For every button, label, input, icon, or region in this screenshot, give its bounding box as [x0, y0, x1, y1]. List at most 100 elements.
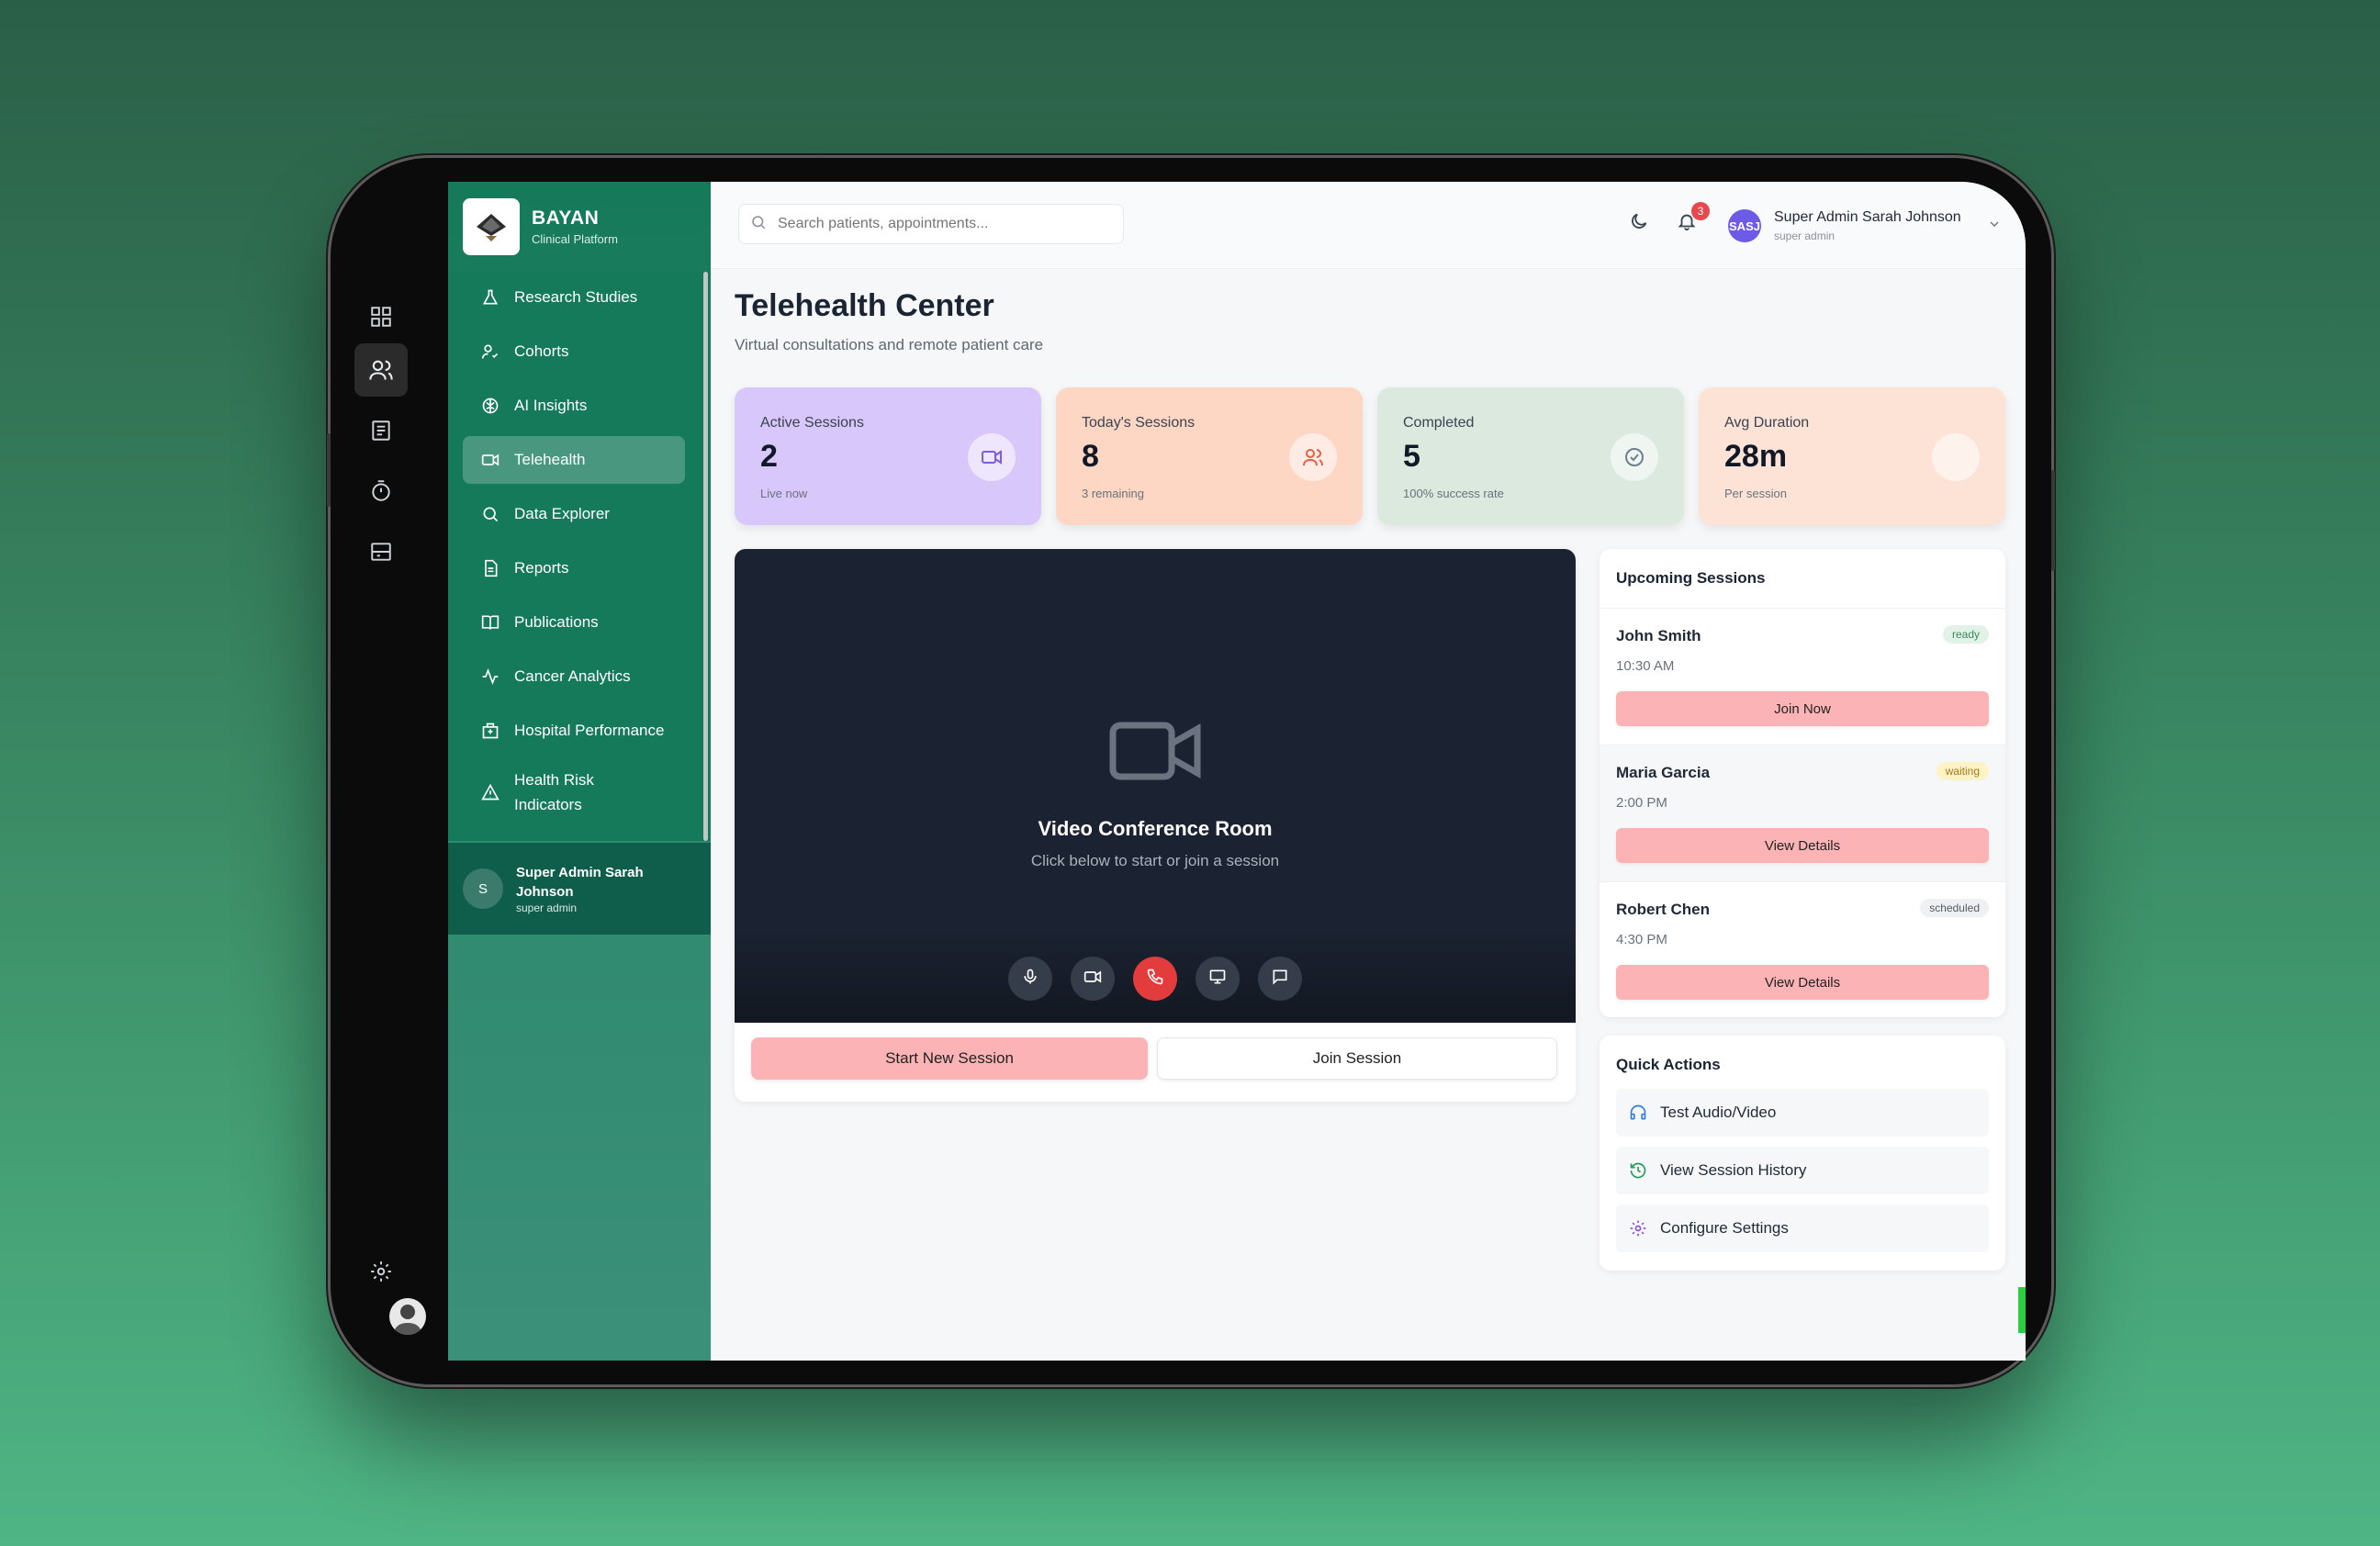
grid-icon[interactable] — [354, 290, 408, 343]
sidebar-item-label: Research Studies — [514, 288, 638, 306]
header-user-role: super admin — [1774, 230, 1836, 242]
file-icon — [479, 557, 501, 579]
notification-badge: 3 — [1691, 202, 1710, 220]
sidebar-scrollbar[interactable] — [703, 272, 708, 841]
view-session-history-button[interactable]: View Session History — [1616, 1147, 1989, 1194]
sidebar-item-label: Reports — [514, 559, 569, 577]
brand-name: BAYAN — [532, 207, 600, 229]
camera-button[interactable] — [1071, 957, 1115, 1001]
sidebar-item-cohorts[interactable]: Cohorts — [463, 328, 685, 375]
session-time: 2:00 PM — [1616, 795, 1667, 811]
timer-icon[interactable] — [354, 465, 408, 518]
search-icon — [750, 214, 767, 235]
sidebar-item-label: Telehealth — [514, 451, 586, 468]
flask-icon — [479, 286, 501, 308]
session-time: 10:30 AM — [1616, 658, 1675, 674]
stat-value: 5 — [1403, 439, 1420, 474]
stat-label: Active Sessions — [760, 415, 864, 431]
logo — [463, 198, 520, 255]
document-icon[interactable] — [354, 404, 408, 457]
history-icon — [1629, 1161, 1647, 1180]
inbox-icon[interactable] — [354, 525, 408, 578]
sidebar-item-cancer-analytics[interactable]: Cancer Analytics — [463, 653, 685, 700]
screen-share-button[interactable] — [1196, 957, 1240, 1001]
main-content: Telehealth Center Virtual consultations … — [711, 268, 2026, 1361]
sidebar-item-label: AI Insights — [514, 397, 588, 414]
monitor-icon — [1208, 968, 1227, 991]
header-user-name[interactable]: Super Admin Sarah Johnson — [1774, 209, 1961, 226]
join-now-button[interactable]: Join Now — [1616, 691, 1989, 726]
sidebar: BAYAN Clinical Platform Research Studies… — [448, 182, 711, 1361]
stat-note: 100% success rate — [1403, 487, 1504, 500]
view-details-button[interactable]: View Details — [1616, 828, 1989, 863]
stat-note: Per session — [1724, 487, 1787, 500]
gear-icon — [1629, 1219, 1647, 1238]
video-conference-panel: Video Conference Room Click below to sta… — [735, 549, 1576, 1102]
user-name: Super Admin Sarah Johnson — [516, 865, 644, 900]
sidebar-item-label: Data Explorer — [514, 505, 610, 522]
video-title: Video Conference Room — [1038, 817, 1273, 840]
sidebar-item-publications[interactable]: Publications — [463, 599, 685, 646]
video-area[interactable]: Video Conference Room Click below to sta… — [735, 549, 1576, 1023]
brand-subtitle: Clinical Platform — [532, 232, 618, 246]
sidebar-item-hospital-performance[interactable]: Hospital Performance — [463, 707, 685, 755]
brand[interactable]: BAYAN Clinical Platform — [463, 198, 618, 255]
video-icon — [968, 433, 1016, 481]
upcoming-title: Upcoming Sessions — [1616, 569, 1766, 587]
chat-icon — [1271, 968, 1289, 991]
start-new-session-button[interactable]: Start New Session — [751, 1037, 1148, 1080]
microphone-button[interactable] — [1008, 957, 1052, 1001]
chat-button[interactable] — [1258, 957, 1302, 1001]
page-title: Telehealth Center — [735, 288, 994, 323]
sidebar-item-ai-insights[interactable]: AI Insights — [463, 382, 685, 430]
stat-card-completed[interactable]: Completed 5 100% success rate — [1377, 387, 1684, 525]
video-icon — [1083, 968, 1102, 991]
video-icon — [479, 449, 501, 471]
volume-button — [327, 433, 331, 507]
user-role: super admin — [516, 902, 578, 914]
avatar[interactable] — [389, 1298, 426, 1335]
test-audio-video-button[interactable]: Test Audio/Video — [1616, 1089, 1989, 1137]
stat-value: 8 — [1082, 439, 1099, 474]
sidebar-item-health-risk-indicators[interactable]: Health Risk Indicators — [463, 762, 685, 823]
stat-card-active-sessions[interactable]: Active Sessions 2 Live now — [735, 387, 1041, 525]
scroll-indicator — [2018, 1287, 2026, 1333]
chevron-down-icon[interactable] — [1987, 217, 2002, 236]
moon-icon[interactable] — [1629, 211, 1649, 236]
search-input[interactable] — [776, 215, 1110, 233]
configure-settings-button[interactable]: Configure Settings — [1616, 1204, 1989, 1252]
brain-icon — [479, 395, 501, 417]
tablet-frame: BAYAN Clinical Platform Research Studies… — [327, 158, 2055, 1384]
page-subtitle: Virtual consultations and remote patient… — [735, 336, 1044, 353]
upcoming-sessions-panel: Upcoming Sessions John Smith 10:30 AM re… — [1600, 549, 2005, 1017]
sidebar-user[interactable]: S Super Admin Sarah Johnson super admin — [448, 843, 711, 935]
session-row: Maria Garcia 2:00 PM waiting View Detail… — [1600, 745, 2005, 881]
user-check-icon — [479, 341, 501, 363]
session-row: John Smith 10:30 AM ready Join Now — [1600, 608, 2005, 745]
stat-note: Live now — [760, 487, 808, 500]
users-icon — [1289, 433, 1337, 481]
sidebar-item-label: Publications — [514, 613, 599, 631]
sidebar-item-label: Cancer Analytics — [514, 667, 631, 685]
sidebar-item-telehealth[interactable]: Telehealth — [463, 436, 685, 484]
sidebar-item-data-explorer[interactable]: Data Explorer — [463, 490, 685, 538]
view-details-button[interactable]: View Details — [1616, 965, 1989, 1000]
session-row: Robert Chen 4:30 PM scheduled View Detai… — [1600, 881, 2005, 1017]
end-call-button[interactable] — [1133, 957, 1177, 1001]
phone-icon — [1146, 968, 1164, 991]
quick-actions-title: Quick Actions — [1616, 1056, 1721, 1073]
join-session-button[interactable]: Join Session — [1157, 1037, 1557, 1080]
sidebar-item-research-studies[interactable]: Research Studies — [463, 274, 685, 321]
users-icon[interactable] — [354, 343, 408, 397]
session-time: 4:30 PM — [1616, 932, 1667, 947]
quick-action-label: Test Audio/Video — [1660, 1103, 1777, 1121]
top-header: 3 SASJ Super Admin Sarah Johnson super a… — [711, 182, 2026, 269]
search-box[interactable] — [738, 204, 1124, 244]
settings-icon[interactable] — [354, 1245, 408, 1298]
stat-card-todays-sessions[interactable]: Today's Sessions 8 3 remaining — [1056, 387, 1363, 525]
video-camera-icon — [1107, 714, 1203, 792]
sidebar-item-reports[interactable]: Reports — [463, 544, 685, 592]
stat-card-avg-duration[interactable]: Avg Duration 28m Per session — [1699, 387, 2005, 525]
stat-label: Avg Duration — [1724, 415, 1810, 431]
avatar[interactable]: SASJ — [1728, 209, 1761, 242]
